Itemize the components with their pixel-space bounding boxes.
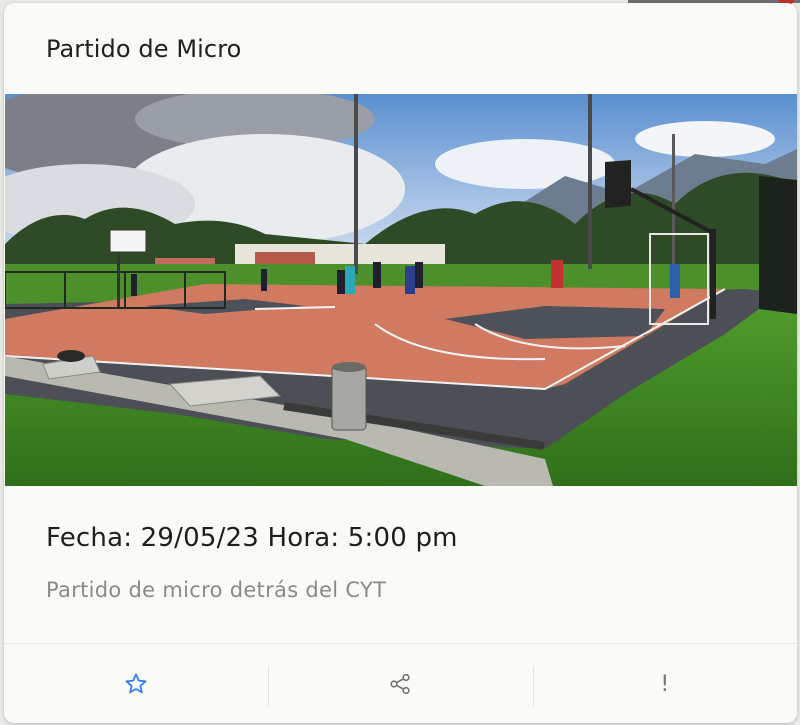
share-button[interactable] xyxy=(268,644,532,723)
favorite-button[interactable] xyxy=(4,644,268,723)
share-icon xyxy=(390,673,411,695)
card-actions: ! xyxy=(4,643,797,723)
card-title: Partido de Micro xyxy=(46,35,242,63)
event-date-time: Fecha: 29/05/23 Hora: 5:00 pm xyxy=(46,523,458,553)
event-description: Partido de micro detrás del CYT xyxy=(46,578,387,602)
event-card: Partido de Micro Fecha: 29/05/23 Hora: 5… xyxy=(4,3,797,723)
report-button[interactable]: ! xyxy=(532,644,797,723)
event-photo xyxy=(5,94,797,486)
exclamation-icon: ! xyxy=(660,671,670,697)
star-icon xyxy=(125,673,147,694)
